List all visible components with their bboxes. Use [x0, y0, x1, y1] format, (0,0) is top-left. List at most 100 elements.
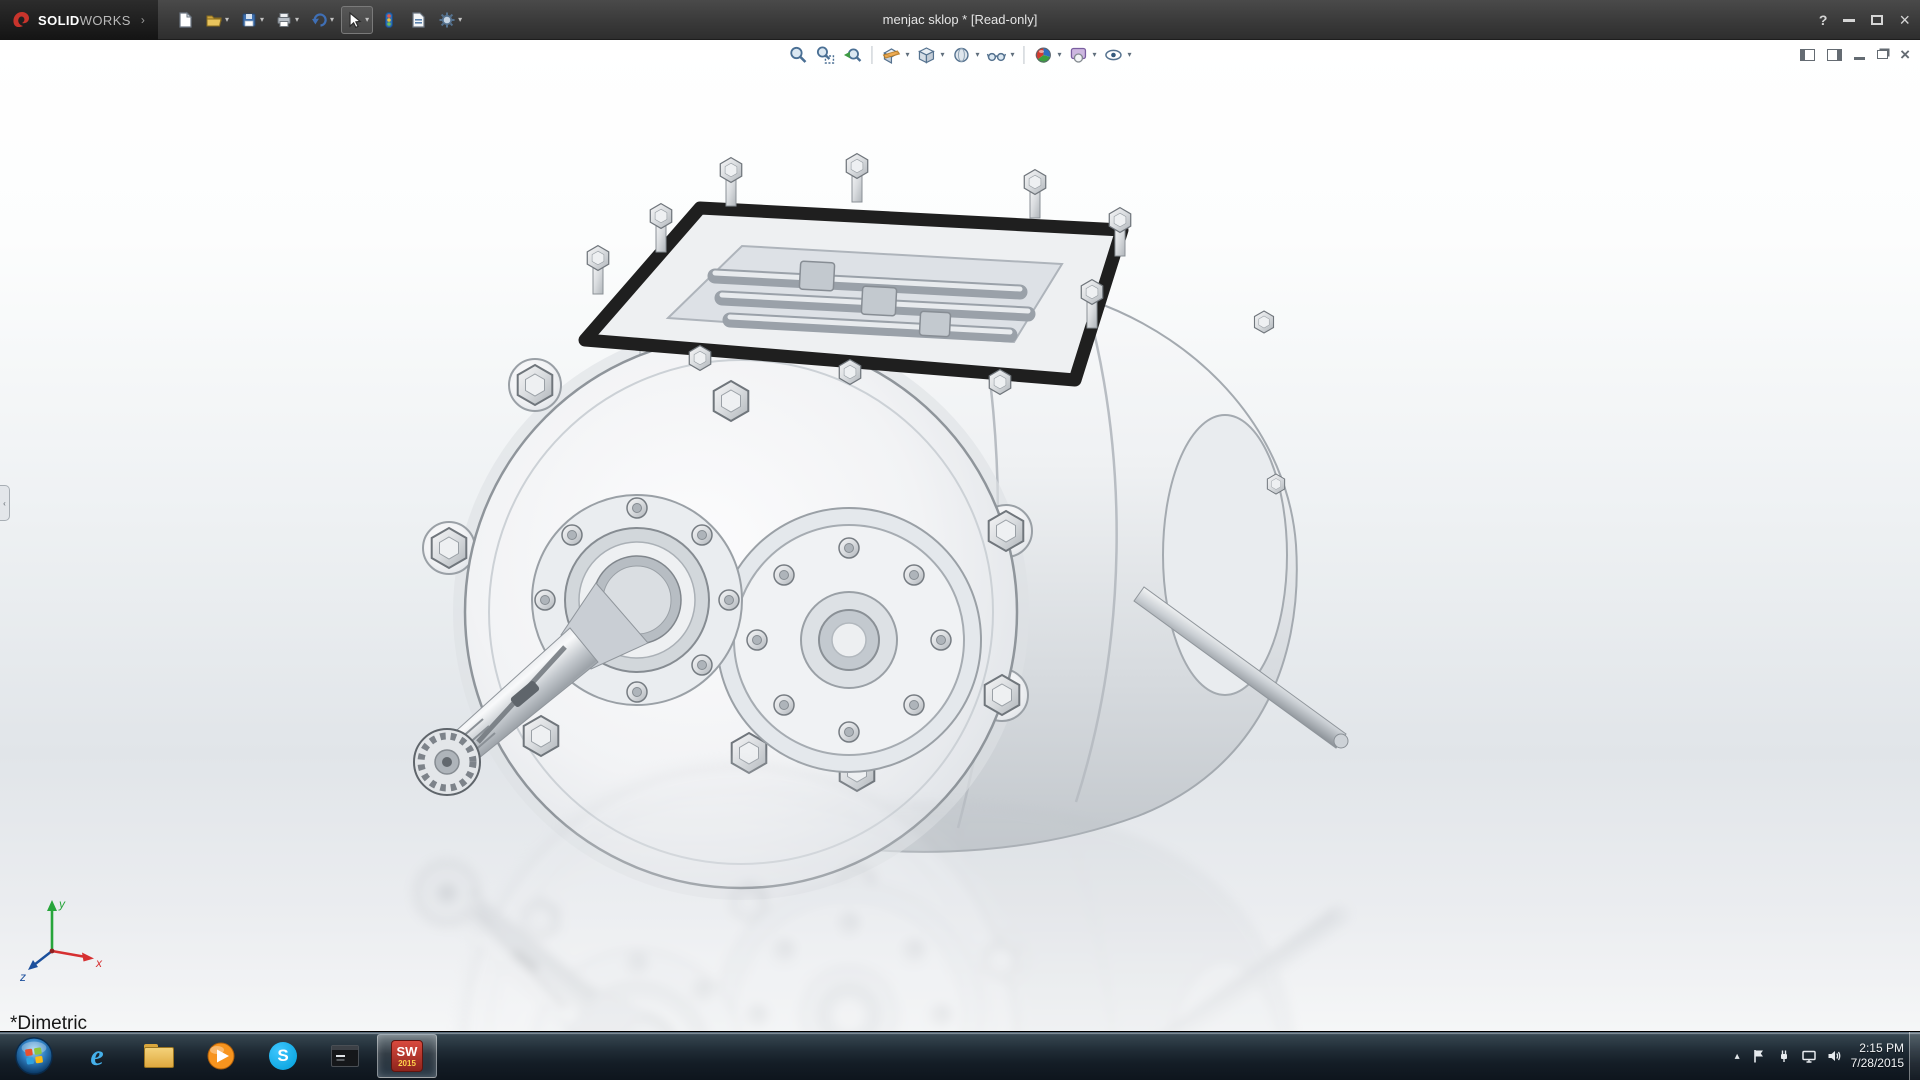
dropdown-arrow-icon[interactable]: ▾ — [260, 16, 264, 24]
help-button[interactable]: ? — [1819, 12, 1828, 28]
previous-view-button[interactable] — [842, 45, 862, 65]
zoom-to-fit-icon — [788, 45, 808, 65]
dropdown-arrow-icon[interactable]: ▾ — [1010, 51, 1014, 59]
zoom-to-area-icon — [815, 45, 835, 65]
brand-bold: SOLID — [38, 13, 80, 28]
save-button[interactable]: ▾ — [236, 6, 268, 34]
display-style-button[interactable]: ▾ — [951, 45, 979, 65]
gearbox-assembly-model[interactable] — [414, 154, 1348, 900]
open-button[interactable]: ▾ — [201, 6, 233, 34]
undo-icon — [310, 11, 328, 29]
solidworks-2015-icon: SW 2015 — [391, 1040, 423, 1072]
document-close-button[interactable]: × — [1900, 46, 1910, 63]
view-orientation-cube-icon — [916, 45, 936, 65]
orientation-triad: y x z — [14, 893, 106, 985]
dropdown-arrow-icon[interactable]: ▾ — [365, 16, 369, 24]
options-button[interactable]: ▾ — [434, 6, 466, 34]
rebuild-button[interactable] — [376, 6, 402, 34]
hide-show-items-button[interactable]: ▾ — [986, 45, 1014, 65]
minimize-button[interactable] — [1843, 19, 1855, 22]
taskbar-clock[interactable]: 2:15 PM 7/28/2015 — [1851, 1041, 1904, 1071]
graphics-viewport[interactable]: ▾ ▾ ▾ ▾ — [0, 40, 1920, 1031]
taskbar: e S SW 2015 ▴ — [0, 1031, 1920, 1080]
z-axis-label: z — [19, 970, 26, 984]
solidworks-icon-glyph: SW — [397, 1045, 418, 1059]
dropdown-arrow-icon[interactable]: ▾ — [940, 51, 944, 59]
file-properties-button[interactable] — [405, 6, 431, 34]
x-axis-arrow — [82, 953, 94, 962]
start-button[interactable] — [2, 1032, 66, 1080]
media-player-icon — [206, 1041, 236, 1071]
taskbar-item-internet-explorer[interactable]: e — [67, 1034, 127, 1078]
view-orientation-button[interactable]: ▾ — [916, 45, 944, 65]
document-restore-button[interactable] — [1877, 50, 1888, 59]
action-center-flag-icon[interactable] — [1751, 1048, 1767, 1064]
shift-fork — [919, 311, 950, 337]
internet-explorer-icon: e — [90, 1041, 103, 1071]
show-desktop-button[interactable] — [1909, 1032, 1920, 1080]
output-shaft-end — [1334, 734, 1348, 748]
dropdown-arrow-icon[interactable]: ▾ — [975, 51, 979, 59]
command-prompt-icon — [331, 1045, 359, 1067]
view-settings-eye-icon — [1104, 45, 1124, 65]
print-button[interactable]: ▾ — [271, 6, 303, 34]
file-properties-icon — [409, 11, 427, 29]
section-view-icon — [881, 45, 901, 65]
dropdown-arrow-icon[interactable]: ▾ — [1093, 51, 1097, 59]
network-display-icon[interactable] — [1801, 1048, 1817, 1064]
section-view-button[interactable]: ▾ — [881, 45, 909, 65]
display-style-icon — [951, 45, 971, 65]
apply-scene-button[interactable]: ▾ — [1069, 45, 1097, 65]
clock-date: 7/28/2015 — [1851, 1056, 1904, 1071]
select-button[interactable]: ▾ — [341, 6, 373, 34]
logo-expand-chevron-icon[interactable]: › — [141, 13, 145, 27]
appearance-ball-icon — [1034, 45, 1054, 65]
clock-time: 2:15 PM — [1851, 1041, 1904, 1056]
show-hidden-icons-button[interactable]: ▴ — [1733, 1051, 1742, 1062]
toolbar-separator — [1024, 46, 1025, 64]
taskbar-item-command-prompt[interactable] — [315, 1034, 375, 1078]
panel-collapse-tab[interactable]: ‹ — [0, 485, 10, 521]
shift-fork — [799, 261, 834, 291]
model-canvas[interactable] — [0, 40, 1920, 1031]
taskbar-item-solidworks-2015[interactable]: SW 2015 — [377, 1034, 437, 1078]
secondary-bearing-face[interactable] — [717, 508, 981, 772]
close-button[interactable]: × — [1899, 11, 1910, 29]
dropdown-arrow-icon[interactable]: ▾ — [905, 51, 909, 59]
y-axis-label: y — [58, 897, 66, 911]
windows-start-orb-icon — [13, 1035, 55, 1077]
dropdown-arrow-icon[interactable]: ▾ — [295, 16, 299, 24]
solidworks-logo: SOLIDWORKS › — [0, 0, 158, 40]
system-tray: ▴ 2:15 PM 7/28/2015 — [1733, 1032, 1904, 1080]
volume-icon[interactable] — [1826, 1048, 1842, 1064]
dropdown-arrow-icon[interactable]: ▾ — [225, 16, 229, 24]
scene-icon — [1069, 45, 1089, 65]
zoom-to-area-button[interactable] — [815, 45, 835, 65]
new-document-button[interactable] — [172, 6, 198, 34]
dropdown-arrow-icon[interactable]: ▾ — [1128, 51, 1132, 59]
taskbar-item-windows-explorer[interactable] — [129, 1034, 189, 1078]
dropdown-arrow-icon[interactable]: ▾ — [330, 16, 334, 24]
undo-button[interactable]: ▾ — [306, 6, 338, 34]
show-pane-left-button[interactable] — [1800, 49, 1815, 61]
taskbar-item-media-player[interactable] — [191, 1034, 251, 1078]
show-pane-right-button[interactable] — [1827, 49, 1842, 61]
select-cursor-icon — [345, 11, 363, 29]
edit-appearance-button[interactable]: ▾ — [1034, 45, 1062, 65]
view-settings-button[interactable]: ▾ — [1104, 45, 1132, 65]
taskbar-item-skype[interactable]: S — [253, 1034, 313, 1078]
document-minimize-button[interactable] — [1854, 57, 1865, 60]
maximize-button[interactable] — [1871, 15, 1883, 25]
new-document-icon — [176, 11, 194, 29]
taskbar-items: e S SW 2015 — [2, 1032, 438, 1080]
titlebar: SOLIDWORKS › ▾ ▾ — [0, 0, 1920, 40]
brand-light: WORKS — [80, 13, 131, 28]
document-window-controls: × — [1800, 46, 1910, 63]
toolbar-separator — [871, 46, 872, 64]
y-axis-arrow — [47, 900, 57, 911]
dropdown-arrow-icon[interactable]: ▾ — [458, 16, 462, 24]
dropdown-arrow-icon[interactable]: ▾ — [1058, 51, 1062, 59]
save-icon — [240, 11, 258, 29]
zoom-to-fit-button[interactable] — [788, 45, 808, 65]
power-plug-icon[interactable] — [1776, 1048, 1792, 1064]
